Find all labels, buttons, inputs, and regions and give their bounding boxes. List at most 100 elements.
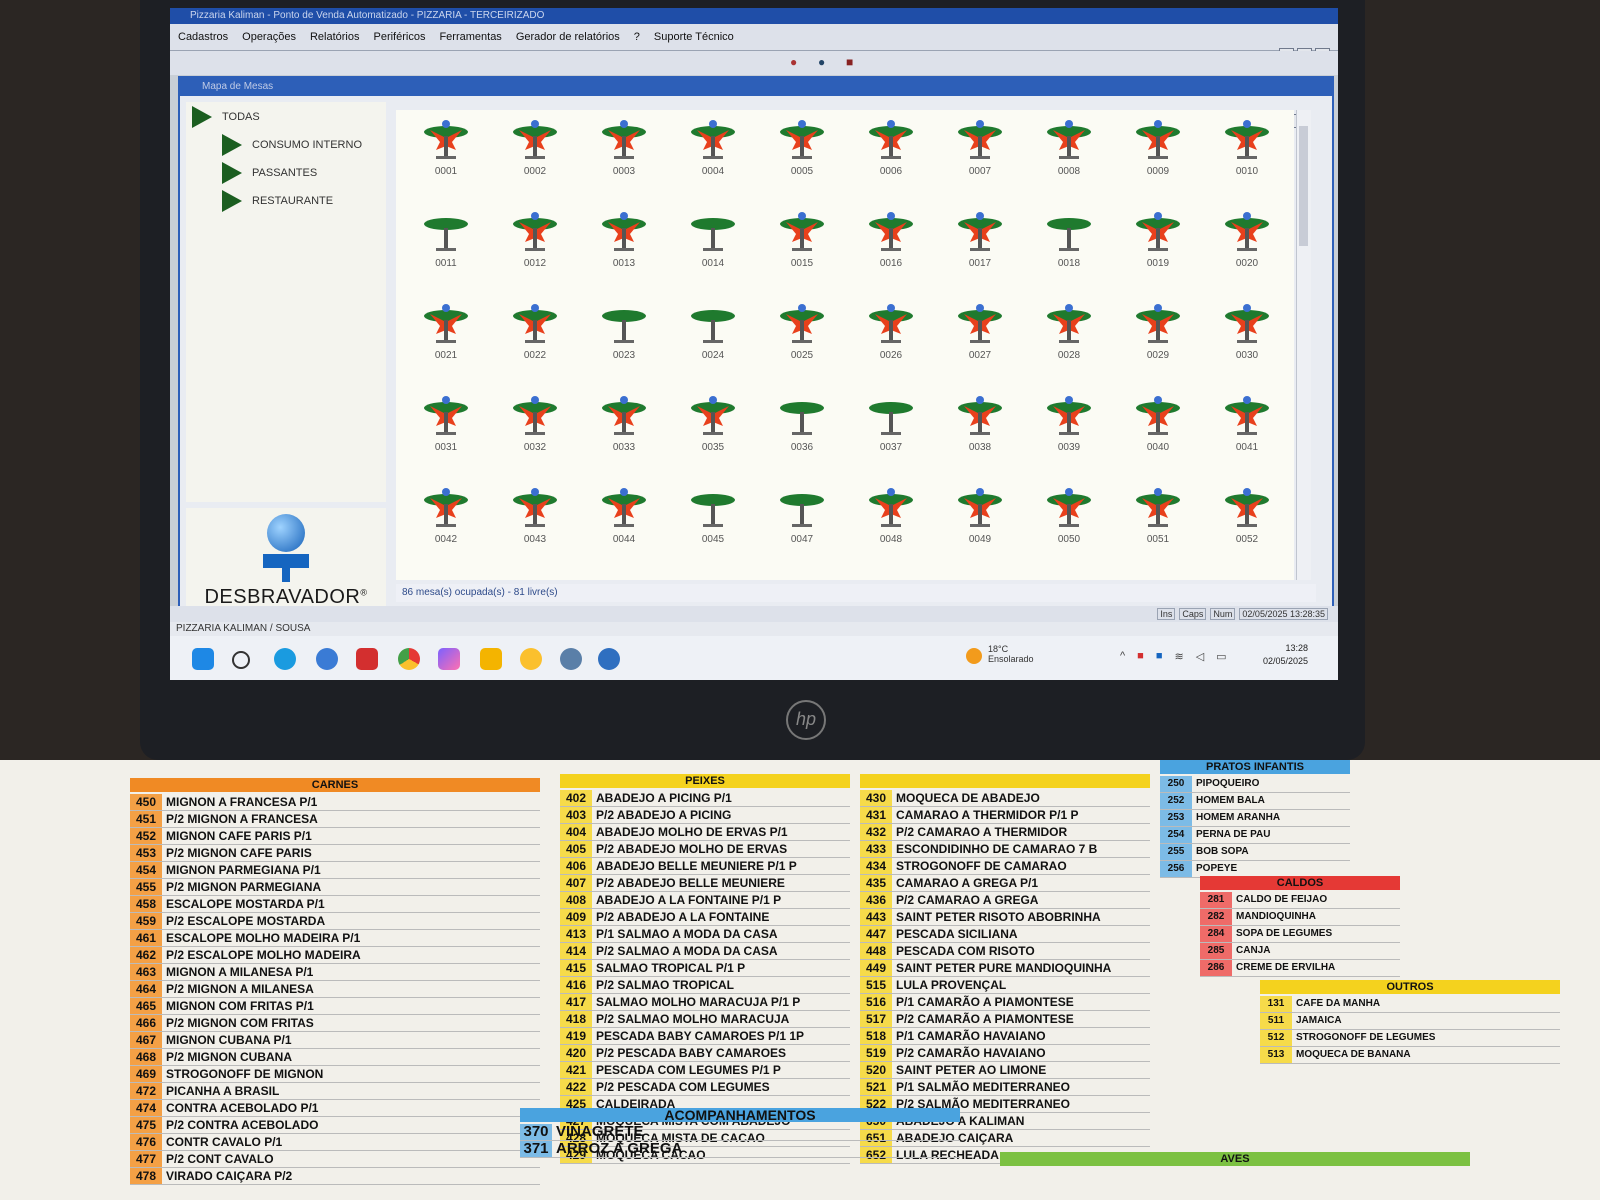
volume-icon[interactable]: ◁: [1196, 650, 1204, 663]
copilot-icon[interactable]: [438, 648, 460, 670]
file-explorer-icon[interactable]: [480, 648, 502, 670]
table-0022[interactable]: 0022: [491, 302, 579, 382]
table-0027[interactable]: 0027: [936, 302, 1024, 382]
pdf-reader-icon[interactable]: [356, 648, 378, 670]
table-0029[interactable]: 0029: [1114, 302, 1202, 382]
pos-app-icon[interactable]: [560, 648, 582, 670]
weather-widget[interactable]: 18°C Ensolarado: [966, 644, 1034, 664]
table-0008[interactable]: 0008: [1025, 118, 1113, 198]
table-0014[interactable]: 0014: [669, 210, 757, 290]
item-name: HOMEM BALA: [1196, 795, 1265, 806]
table-0011[interactable]: 0011: [402, 210, 490, 290]
category-passantes[interactable]: PASSANTES: [222, 162, 317, 184]
table-0048[interactable]: 0048: [847, 486, 935, 566]
table-0024[interactable]: 0024: [669, 302, 757, 382]
menu-operacoes[interactable]: Operações: [242, 31, 296, 43]
item-code: 256: [1160, 861, 1192, 877]
table-0039[interactable]: 0039: [1025, 394, 1113, 474]
table-0021[interactable]: 0021: [402, 302, 490, 382]
table-0001[interactable]: 0001: [402, 118, 490, 198]
table-0031[interactable]: 0031: [402, 394, 490, 474]
table-0004[interactable]: 0004: [669, 118, 757, 198]
table-0012[interactable]: 0012: [491, 210, 579, 290]
users-icon[interactable]: ●: [818, 55, 825, 69]
table-0009[interactable]: 0009: [1114, 118, 1202, 198]
table-grid-scrollbar[interactable]: [1296, 110, 1311, 580]
acompanhamentos-item: 371 ARROZ A GREGA: [520, 1141, 960, 1158]
menu-gerador-relatorios[interactable]: Gerador de relatórios: [516, 31, 620, 43]
table-0044[interactable]: 0044: [580, 486, 668, 566]
table-0019[interactable]: 0019: [1114, 210, 1202, 290]
globe-app-icon[interactable]: [316, 648, 338, 670]
table-0026[interactable]: 0026: [847, 302, 935, 382]
category-todas[interactable]: TODAS: [192, 106, 260, 128]
occupied-table-icon: [958, 488, 1002, 527]
table-0005[interactable]: 0005: [758, 118, 846, 198]
table-0016[interactable]: 0016: [847, 210, 935, 290]
infantis-header: PRATOS INFANTIS: [1160, 760, 1350, 774]
menu-help[interactable]: ?: [634, 31, 640, 43]
table-0047[interactable]: 0047: [758, 486, 846, 566]
table-0052[interactable]: 0052: [1203, 486, 1291, 566]
table-0051[interactable]: 0051: [1114, 486, 1202, 566]
menu-perifericos[interactable]: Periféricos: [373, 31, 425, 43]
table-0025[interactable]: 0025: [758, 302, 846, 382]
windows-start-icon[interactable]: [192, 648, 214, 670]
table-0043[interactable]: 0043: [491, 486, 579, 566]
table-0033[interactable]: 0033: [580, 394, 668, 474]
wifi-icon[interactable]: ≋: [1174, 650, 1183, 663]
table-0036[interactable]: 0036: [758, 394, 846, 474]
edge-browser-icon[interactable]: [274, 648, 296, 670]
table-0030[interactable]: 0030: [1203, 302, 1291, 382]
item-name: P/1 CAMARÃO HAVAIANO: [896, 1029, 1046, 1043]
tray-app-2-icon[interactable]: ■: [1156, 650, 1163, 663]
category-restaurante[interactable]: RESTAURANTE: [222, 190, 333, 212]
table-0042[interactable]: 0042: [402, 486, 490, 566]
table-0028[interactable]: 0028: [1025, 302, 1113, 382]
taskbar-clock[interactable]: 13:28 02/05/2025: [1263, 642, 1308, 668]
table-0017[interactable]: 0017: [936, 210, 1024, 290]
scrollbar-thumb[interactable]: [1299, 126, 1308, 246]
table-0018[interactable]: 0018: [1025, 210, 1113, 290]
menu-cadastros[interactable]: Cadastros: [178, 31, 228, 43]
exit-icon[interactable]: ■: [846, 55, 853, 69]
table-0023[interactable]: 0023: [580, 302, 668, 382]
tray-app-icon[interactable]: ■: [1137, 650, 1144, 663]
table-0049[interactable]: 0049: [936, 486, 1024, 566]
table-0045[interactable]: 0045: [669, 486, 757, 566]
user-icon[interactable]: ●: [790, 55, 797, 69]
search-icon[interactable]: [232, 651, 250, 669]
table-0041[interactable]: 0041: [1203, 394, 1291, 474]
table-0003[interactable]: 0003: [580, 118, 668, 198]
item-name: PICANHA A BRASIL: [166, 1084, 280, 1098]
battery-icon[interactable]: ▭: [1216, 650, 1226, 663]
table-0006[interactable]: 0006: [847, 118, 935, 198]
table-0037[interactable]: 0037: [847, 394, 935, 474]
table-0040[interactable]: 0040: [1114, 394, 1202, 474]
item-name: MANDIOQUINHA: [1236, 911, 1316, 922]
chrome-icon[interactable]: [398, 648, 420, 670]
table-0038[interactable]: 0038: [936, 394, 1024, 474]
table-0013[interactable]: 0013: [580, 210, 668, 290]
item-code: 449: [860, 960, 892, 976]
carnes-item: 454 MIGNON PARMEGIANA P/1: [130, 862, 540, 879]
table-number: 0044: [612, 534, 636, 545]
menu-ferramentas[interactable]: Ferramentas: [439, 31, 501, 43]
table-0035[interactable]: 0035: [669, 394, 757, 474]
free-table-icon: [1047, 218, 1091, 251]
table-0010[interactable]: 0010: [1203, 118, 1291, 198]
app-icon[interactable]: [520, 648, 542, 670]
table-0015[interactable]: 0015: [758, 210, 846, 290]
item-name: P/2 ESCALOPE MOLHO MADEIRA: [166, 948, 361, 962]
table-0032[interactable]: 0032: [491, 394, 579, 474]
category-consumo-interno[interactable]: CONSUMO INTERNO: [222, 134, 362, 156]
table-number: 0040: [1146, 442, 1170, 453]
table-0020[interactable]: 0020: [1203, 210, 1291, 290]
menu-suporte-tecnico[interactable]: Suporte Técnico: [654, 31, 734, 43]
table-0002[interactable]: 0002: [491, 118, 579, 198]
table-0050[interactable]: 0050: [1025, 486, 1113, 566]
globe-app-2-icon[interactable]: [598, 648, 620, 670]
chevron-up-icon[interactable]: ^: [1120, 650, 1125, 663]
menu-relatorios[interactable]: Relatórios: [310, 31, 360, 43]
table-0007[interactable]: 0007: [936, 118, 1024, 198]
